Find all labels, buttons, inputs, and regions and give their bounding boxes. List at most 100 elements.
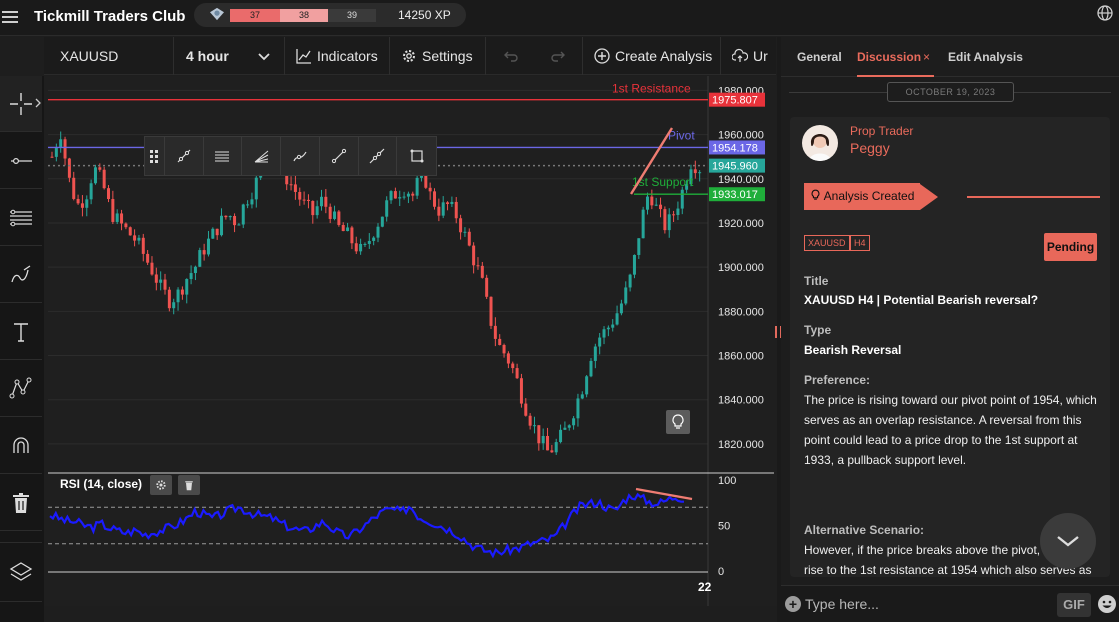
horizontal-line-tool[interactable] [0,133,42,189]
tab-close-icon[interactable]: × [923,50,930,64]
xp-segment: 37 [230,9,280,22]
undo-icon[interactable] [503,48,519,64]
fib-fan-icon [254,150,269,163]
candle-body [459,218,463,233]
candle-body [76,198,80,204]
candle-body [380,216,384,227]
author-role[interactable]: Prop Trader [850,124,913,138]
extended-line-tool[interactable] [359,137,398,175]
symbol-label: XAUUSD [60,48,119,64]
pitchfork-tool[interactable] [281,137,320,175]
gif-button[interactable]: GIF [1057,593,1091,617]
indicators-button[interactable]: Indicators [286,37,390,75]
gear-icon [156,480,166,490]
tab-discussion[interactable]: Discussion [857,50,921,64]
pattern-tool[interactable] [0,361,42,417]
drag-handle[interactable] [145,137,165,175]
redo-icon[interactable] [550,48,566,64]
message-input[interactable] [805,592,1045,616]
trash-icon [185,481,193,491]
symbol-selector[interactable]: XAUUSD [44,37,174,75]
pattern-icon [9,377,32,398]
interval-label: 4 hour [186,48,229,64]
interval-selector[interactable]: 4 hour [175,37,285,75]
pitchfork-icon [293,151,307,162]
candle-body [107,188,111,200]
rsi-delete-button[interactable] [178,475,200,495]
candle-body [333,211,337,219]
fib-fan-tool[interactable] [242,137,282,175]
candle-body [98,167,102,170]
candle-body [537,425,541,444]
price-tick-label: 1880.000 [718,306,764,318]
candle-body [376,226,380,238]
magnet-tool[interactable] [0,418,42,474]
candle-body [354,243,358,252]
hamburger-menu-icon[interactable] [2,8,18,24]
candle-body [415,177,419,196]
ray-tool[interactable] [165,137,204,175]
brush-icon [11,264,31,282]
upload-button[interactable]: Ur [722,37,776,75]
level-price-label: 1933.017 [712,189,758,201]
candle-body [80,203,84,208]
candle-body [241,204,245,225]
candle-body [433,191,437,207]
candle-body [128,227,132,236]
level-name-label: 1st Resistance [612,82,691,96]
chart-area[interactable]: 1980.000 1960.000 1940.000 1920.000 1900.000… [44,76,777,606]
level-price-label: 1945.960 [712,161,758,173]
globe-icon[interactable] [1097,5,1113,21]
crosshair-tool[interactable] [0,76,42,132]
horizontal-line-icon [11,157,32,164]
candle-body [485,277,489,297]
text-icon [14,322,28,342]
time-tick-label: 22 [698,580,712,594]
title-label: Title [804,274,829,288]
trend-line-tool[interactable] [320,137,359,175]
status-text: Analysis Created [823,189,915,203]
candle-body [680,189,684,209]
tab-general[interactable]: General [797,50,842,64]
candle-body [550,450,554,453]
rsi-tick-label: 50 [718,521,730,533]
candle-body [602,329,606,338]
type-value: Bearish Reversal [804,343,902,357]
candle-body [498,338,502,345]
candle-body [341,224,345,232]
candle-body [224,215,228,218]
idea-button[interactable] [666,410,690,434]
candle-body [246,204,250,206]
status-badge[interactable]: Pending [1044,233,1097,261]
scroll-down-button[interactable] [1040,513,1096,569]
status-body: Analysis Created [804,183,921,210]
layers-tool[interactable] [0,542,42,602]
fib-lines-tool[interactable] [0,190,42,246]
candle-body [437,206,441,216]
alternative-label: Alternative Scenario: [804,523,925,537]
delete-tool[interactable] [0,475,42,531]
author-name[interactable]: Peggy [850,140,890,156]
parallel-channel-icon [215,151,230,162]
attach-plus-icon[interactable]: + [785,596,801,612]
text-tool[interactable] [0,304,42,360]
rectangle-tool[interactable] [397,137,436,175]
settings-button[interactable]: Settings [391,37,486,75]
brush-tool[interactable] [0,247,42,303]
chevron-right-icon[interactable] [34,98,42,108]
candle-body [519,378,523,404]
candle-body [141,237,145,254]
emoji-icon[interactable] [1097,594,1117,614]
parallel-channel-tool[interactable] [204,137,243,175]
status-banner: Analysis Created [804,183,939,210]
candle-body [632,254,636,275]
candle-body [476,265,480,267]
rsi-settings-button[interactable] [150,475,172,495]
status-arrow [920,183,939,210]
candle-body [202,250,206,255]
create-analysis-button[interactable]: Create Analysis [584,37,721,75]
candle-body [311,200,315,216]
candle-body [567,425,571,428]
tab-edit-analysis[interactable]: Edit Analysis [948,50,1023,64]
candle-body [559,429,563,443]
